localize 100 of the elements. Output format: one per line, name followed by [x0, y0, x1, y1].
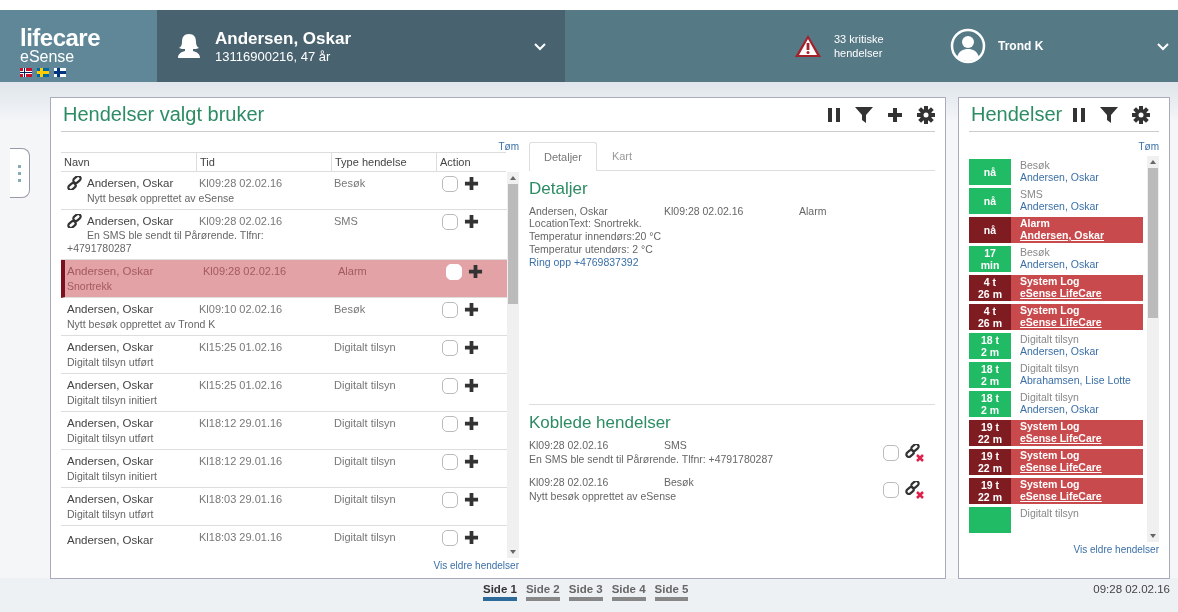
event-item[interactable]: 18 t 2 m Digitalt tilsyn Abrahamsen, Lise Lotte: [969, 362, 1143, 388]
checkbox[interactable]: [442, 176, 458, 192]
checkbox[interactable]: [442, 214, 458, 230]
event-person-link[interactable]: Andersen, Oskar: [1020, 171, 1099, 183]
event-row[interactable]: Andersen, Oskar Kl15:25 01.02.16 Digitalt tilsyn Digitalt tilsyn initiert: [61, 374, 507, 412]
pause-icon[interactable]: [1072, 106, 1087, 123]
tab[interactable]: Kart: [596, 141, 648, 170]
plus-icon[interactable]: [464, 530, 479, 545]
flag-icon[interactable]: [20, 68, 32, 77]
chevron-down-icon[interactable]: [533, 41, 547, 51]
user-avatar-icon[interactable]: [950, 28, 986, 64]
user-name[interactable]: Trond K: [998, 39, 1144, 53]
event-person-link[interactable]: Andersen, Oskar: [1020, 229, 1105, 241]
chevron-down-icon[interactable]: [1156, 41, 1170, 51]
plus-icon[interactable]: [464, 378, 479, 393]
patient-name: Andersen, Oskar: [215, 28, 353, 49]
event-type: Digitalt tilsyn: [333, 530, 397, 545]
event-item[interactable]: 4 t 26 m System Log eSense LifeCare: [969, 304, 1143, 330]
event-person-link[interactable]: eSense LifeCare: [1020, 316, 1102, 328]
column-header[interactable]: Tid: [196, 153, 331, 171]
scrollbar[interactable]: [507, 172, 519, 558]
checkbox[interactable]: [442, 530, 458, 546]
column-header[interactable]: Navn: [61, 153, 196, 171]
event-person-link[interactable]: eSense LifeCare: [1020, 432, 1102, 444]
plus-icon[interactable]: [464, 492, 479, 507]
scrollbar[interactable]: [1147, 156, 1159, 542]
settings-icon[interactable]: [917, 105, 935, 124]
call-link[interactable]: Ring opp +4769837392: [529, 256, 935, 269]
page-link[interactable]: Side 2: [525, 583, 560, 601]
page-link[interactable]: Side 4: [611, 583, 646, 601]
event-row[interactable]: Andersen, Oskar Kl18:12 29.01.16 Digitalt tilsyn Digitalt tilsyn utført: [61, 412, 507, 450]
event-person-link[interactable]: Andersen, Oskar: [1020, 258, 1099, 270]
event-item[interactable]: 4 t 26 m System Log eSense LifeCare: [969, 275, 1143, 301]
plus-icon[interactable]: [464, 176, 479, 191]
warning-icon[interactable]: [794, 34, 822, 58]
event-time: Kl18:03 29.01.16: [198, 492, 284, 507]
checkbox[interactable]: [442, 302, 458, 318]
event-person-link[interactable]: eSense LifeCare: [1020, 490, 1102, 502]
event-row[interactable]: Andersen, Oskar Kl15:25 01.02.16 Digitalt tilsyn Digitalt tilsyn utført: [61, 336, 507, 374]
event-row[interactable]: Andersen, Oskar Kl09:10 02.02.16 Besøk Nytt besøk opprettet av Trond K: [61, 298, 507, 336]
older-events-link[interactable]: Vis eldre hendelser: [1073, 544, 1159, 555]
page-link[interactable]: Side 5: [654, 583, 689, 601]
event-item[interactable]: nå SMS Andersen, Oskar: [969, 188, 1143, 214]
event-row[interactable]: Andersen, Oskar Kl18:03 29.01.16 Digitalt tilsyn Digitalt tilsyn utført: [61, 488, 507, 526]
event-time: Kl09:10 02.02.16: [198, 302, 284, 317]
event-item[interactable]: nå Alarm Andersen, Oskar: [969, 217, 1143, 243]
clear-link[interactable]: Tøm: [498, 141, 519, 152]
column-header[interactable]: Action: [436, 153, 506, 171]
unlink-icon[interactable]: [905, 443, 925, 462]
plus-icon[interactable]: [468, 264, 483, 279]
event-item[interactable]: nå Besøk Andersen, Oskar: [969, 159, 1143, 185]
plus-icon[interactable]: [464, 340, 479, 355]
panel-title: Hendelser: [970, 103, 1063, 126]
plus-icon[interactable]: [464, 416, 479, 431]
settings-icon[interactable]: [1132, 105, 1151, 124]
event-item[interactable]: 18 t 2 m Digitalt tilsyn Andersen, Oskar: [969, 333, 1143, 359]
time-badge: 19 t 22 m: [969, 478, 1011, 504]
event-item[interactable]: 17 min Besøk Andersen, Oskar: [969, 246, 1143, 272]
page-link[interactable]: Side 3: [568, 583, 603, 601]
checkbox[interactable]: [442, 378, 458, 394]
pause-icon[interactable]: [827, 106, 841, 123]
plus-icon[interactable]: [464, 214, 479, 229]
checkbox[interactable]: [442, 416, 458, 432]
event-item[interactable]: Digitalt tilsyn: [969, 507, 1143, 533]
plus-icon[interactable]: [887, 106, 903, 123]
filter-icon[interactable]: [1100, 106, 1119, 123]
link-icon: [67, 214, 82, 228]
checkbox[interactable]: [442, 340, 458, 356]
event-name: Andersen, Oskar: [67, 492, 154, 507]
checkbox[interactable]: [883, 444, 899, 461]
event-row[interactable]: Andersen, Oskar Kl18:12 29.01.16 Digitalt tilsyn Digitalt tilsyn initiert: [61, 450, 507, 488]
event-item[interactable]: 18 t 2 m Digitalt tilsyn Andersen, Oskar: [969, 391, 1143, 417]
checkbox[interactable]: [883, 481, 899, 498]
event-person-link[interactable]: Andersen, Oskar: [1020, 403, 1099, 415]
unlink-icon[interactable]: [905, 480, 925, 499]
event-item[interactable]: 19 t 22 m System Log eSense LifeCare: [969, 420, 1143, 446]
plus-icon[interactable]: [464, 302, 479, 317]
patient-selector[interactable]: Andersen, Oskar 13116900216, 47 år: [157, 10, 565, 82]
event-row[interactable]: Andersen, Oskar Kl09:28 02.02.16 Besøk Nytt besøk opprettet av eSense: [61, 172, 507, 210]
event-item[interactable]: 19 t 22 m System Log eSense LifeCare: [969, 478, 1143, 504]
linked-event-text: Nytt besøk opprettet av eSense: [529, 490, 678, 503]
tab[interactable]: Detaljer: [529, 142, 597, 171]
plus-icon[interactable]: [464, 454, 479, 469]
event-item[interactable]: 19 t 22 m System Log eSense LifeCare: [969, 449, 1143, 475]
event-person-link[interactable]: eSense LifeCare: [1020, 461, 1102, 473]
page-link[interactable]: Side 1: [483, 583, 517, 601]
checkbox[interactable]: [442, 454, 458, 470]
event-person-link[interactable]: Abrahamsen, Lise Lotte: [1020, 374, 1131, 386]
checkbox[interactable]: [442, 492, 458, 508]
critical-events-text[interactable]: 33 kritiske hendelser: [834, 32, 906, 60]
flag-icon[interactable]: [54, 68, 66, 77]
event-person-link[interactable]: eSense LifeCare: [1020, 287, 1102, 299]
column-header[interactable]: Type hendelse: [331, 153, 436, 171]
event-person-link[interactable]: Andersen, Oskar: [1020, 345, 1099, 357]
filter-icon[interactable]: [855, 106, 873, 123]
older-events-link[interactable]: Vis eldre hendelser: [433, 560, 519, 571]
event-time: Kl18:12 29.01.16: [198, 416, 284, 431]
clear-link[interactable]: Tøm: [1138, 141, 1159, 152]
side-handle[interactable]: [10, 148, 30, 198]
event-person-link[interactable]: Andersen, Oskar: [1020, 200, 1099, 212]
